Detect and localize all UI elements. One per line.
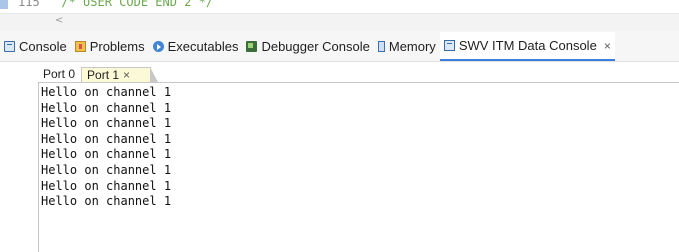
port-tab-label: Port 1 (87, 68, 120, 82)
tab-console[interactable]: Console (0, 32, 71, 61)
tab-label: Problems (89, 39, 145, 54)
close-icon[interactable]: × (123, 68, 130, 82)
view-tab-bar: Console Problems Executables Debugger Co… (0, 31, 679, 62)
editor-horizontal-scrollbar[interactable]: < (0, 13, 679, 31)
tab-executables[interactable]: Executables (149, 32, 243, 61)
output-line: Hello on channel 1 (41, 100, 172, 115)
tab-port-0[interactable]: Port 0 (38, 67, 81, 83)
swv-console-panel: Port 0 Port 1 × Hello on channel 1 Hello … (0, 62, 679, 252)
output-line: Hello on channel 1 (41, 194, 172, 209)
tab-label: Debugger Console (261, 39, 370, 54)
scroll-left-arrow-icon[interactable]: < (55, 15, 63, 26)
output-text: Hello on channel 1 Hello on channel 1 He… (39, 83, 679, 210)
tab-memory[interactable]: Memory (374, 32, 440, 61)
console-output[interactable]: Hello on channel 1 Hello on channel 1 He… (38, 82, 679, 252)
editor-line-marker (0, 0, 8, 9)
close-icon[interactable]: × (604, 39, 611, 53)
tab-label: Executables (167, 39, 239, 54)
output-line: Hello on channel 1 (41, 147, 172, 162)
problems-icon (74, 41, 86, 52)
tab-label: SWV ITM Data Console (458, 38, 597, 53)
console-icon (4, 41, 15, 52)
tab-swv-itm-data-console[interactable]: SWV ITM Data Console × (439, 32, 615, 61)
editor-code-line[interactable]: 115 /* USER CODE END 2 */ (18, 0, 213, 9)
swv-console-icon (443, 40, 455, 51)
line-number: 115 (18, 0, 40, 9)
code-comment: /* USER CODE END 2 */ (61, 0, 214, 9)
debugger-console-icon (246, 41, 258, 52)
port-tab-bar: Port 0 Port 1 × (38, 65, 160, 84)
tab-label: Console (19, 39, 67, 54)
tab-problems[interactable]: Problems (71, 32, 149, 61)
port-tab-label: Port 0 (43, 67, 76, 81)
output-line: Hello on channel 1 (41, 131, 172, 146)
output-line: Hello on channel 1 (41, 178, 172, 193)
memory-icon (377, 41, 385, 52)
output-line: Hello on channel 1 (41, 162, 172, 177)
tab-port-1[interactable]: Port 1 × (81, 67, 160, 84)
code-editor: 115 /* USER CODE END 2 */ (0, 0, 679, 13)
executables-icon (152, 41, 164, 52)
tab-debugger-console[interactable]: Debugger Console (242, 32, 373, 61)
output-line: Hello on channel 1 (41, 116, 172, 131)
output-line: Hello on channel 1 (41, 85, 172, 99)
tab-label: Memory (388, 39, 436, 54)
